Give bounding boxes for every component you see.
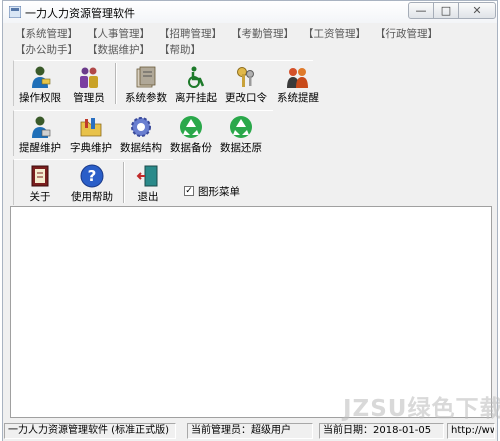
system-reminder-button[interactable]: 系统提醒 bbox=[271, 61, 325, 106]
menu-admin[interactable]: 【行政管理】 bbox=[375, 26, 438, 41]
keys-icon bbox=[237, 67, 254, 87]
leave-suspend-button[interactable]: 离开挂起 bbox=[172, 61, 220, 106]
status-current-admin: 当前管理员：超级用户 bbox=[187, 423, 313, 439]
user-tool-icon bbox=[32, 116, 51, 138]
change-password-button[interactable]: 更改口令 bbox=[222, 61, 270, 106]
wheelchair-icon bbox=[188, 66, 205, 88]
op-permission-button[interactable]: 操作权限 bbox=[16, 61, 64, 106]
system-reminder-label: 系统提醒 bbox=[277, 92, 319, 104]
reminder-maint-button[interactable]: 提醒维护 bbox=[16, 111, 64, 156]
status-current-date: 当前日期：2018-01-05 bbox=[319, 423, 444, 439]
data-restore-label: 数据还原 bbox=[220, 142, 262, 154]
toolbar-row-2: 提醒维护 字典维护 数据结构 数据备份 数据还原 bbox=[13, 110, 273, 156]
help-question-icon: ? bbox=[80, 164, 104, 188]
leave-suspend-label: 离开挂起 bbox=[175, 92, 217, 104]
menu-data-maint[interactable]: 【数据维护】 bbox=[87, 42, 150, 57]
close-button[interactable]: ✕ bbox=[458, 2, 496, 19]
data-restore-button[interactable]: 数据还原 bbox=[217, 111, 265, 156]
about-label: 关于 bbox=[29, 191, 51, 203]
toolbar-separator bbox=[115, 63, 117, 104]
exit-button[interactable]: 退出 bbox=[128, 160, 168, 205]
people-group-icon bbox=[287, 68, 308, 88]
user-help-button[interactable]: ? 使用帮助 bbox=[66, 160, 118, 205]
change-password-label: 更改口令 bbox=[225, 92, 267, 104]
watermark: JZSU绿色下载 bbox=[343, 396, 500, 422]
menu-office[interactable]: 【办公助手】 bbox=[15, 42, 78, 57]
status-app-name: 一力人力资源管理软件 (标准正式版) bbox=[4, 423, 176, 439]
toolbar-row-1: 操作权限 管理员 系统参数 离开挂起 更改口令 系统提醒 bbox=[13, 60, 319, 106]
status-url: http://ww bbox=[447, 423, 495, 439]
svg-text:?: ? bbox=[88, 167, 97, 185]
menu-attendance[interactable]: 【考勤管理】 bbox=[231, 26, 294, 41]
system-params-button[interactable]: 系统参数 bbox=[122, 61, 170, 106]
toolbar-separator bbox=[123, 162, 125, 203]
menu-help[interactable]: 【帮助】 bbox=[159, 42, 201, 57]
work-area[interactable] bbox=[10, 206, 492, 418]
window-title: 一力人力资源管理软件 bbox=[25, 7, 135, 20]
reminder-maint-label: 提醒维护 bbox=[19, 142, 61, 154]
dictionary-maint-button[interactable]: 字典维护 bbox=[67, 111, 115, 156]
book-icon bbox=[31, 165, 49, 187]
exit-door-icon bbox=[136, 165, 158, 187]
system-params-label: 系统参数 bbox=[125, 92, 167, 104]
gear-icon bbox=[131, 117, 151, 137]
menu-system[interactable]: 【系统管理】 bbox=[15, 26, 78, 41]
op-permission-label: 操作权限 bbox=[19, 92, 61, 104]
data-backup-label: 数据备份 bbox=[170, 142, 212, 154]
administrator-label: 管理员 bbox=[73, 92, 105, 104]
user-help-label: 使用帮助 bbox=[71, 191, 113, 203]
administrator-button[interactable]: 管理员 bbox=[67, 61, 111, 106]
admin-users-icon bbox=[80, 67, 98, 88]
menu-personnel[interactable]: 【人事管理】 bbox=[87, 26, 150, 41]
main-window: 一力人力资源管理软件 — □ ✕ 【系统管理】 【人事管理】 【招聘管理】 【考… bbox=[2, 0, 500, 441]
minimize-button[interactable]: — bbox=[408, 2, 434, 19]
recycle-icon bbox=[180, 116, 202, 138]
folder-tools-icon bbox=[80, 118, 102, 137]
user-key-icon bbox=[32, 66, 51, 88]
status-bar: 一力人力资源管理软件 (标准正式版) 当前管理员：超级用户 当前日期：2018-… bbox=[3, 421, 497, 441]
menu-recruit[interactable]: 【招聘管理】 bbox=[159, 26, 222, 41]
title-bar[interactable]: 一力人力资源管理软件 — □ ✕ bbox=[3, 1, 497, 23]
menu-salary[interactable]: 【工资管理】 bbox=[303, 26, 366, 41]
dictionary-maint-label: 字典维护 bbox=[70, 142, 112, 154]
recycle-icon bbox=[230, 116, 252, 138]
exit-label: 退出 bbox=[137, 191, 159, 203]
toolbar-row-3: 关于 ? 使用帮助 退出 bbox=[13, 159, 173, 205]
graphic-menu-checkbox[interactable]: ✓ bbox=[184, 186, 194, 196]
about-button[interactable]: 关于 bbox=[18, 160, 62, 205]
data-backup-button[interactable]: 数据备份 bbox=[167, 111, 215, 156]
document-gear-icon bbox=[136, 66, 156, 88]
maximize-button[interactable]: □ bbox=[433, 2, 459, 19]
app-icon bbox=[9, 6, 21, 18]
data-structure-button[interactable]: 数据结构 bbox=[117, 111, 165, 156]
data-structure-label: 数据结构 bbox=[120, 142, 162, 154]
graphic-menu-label: 图形菜单 bbox=[198, 186, 240, 198]
